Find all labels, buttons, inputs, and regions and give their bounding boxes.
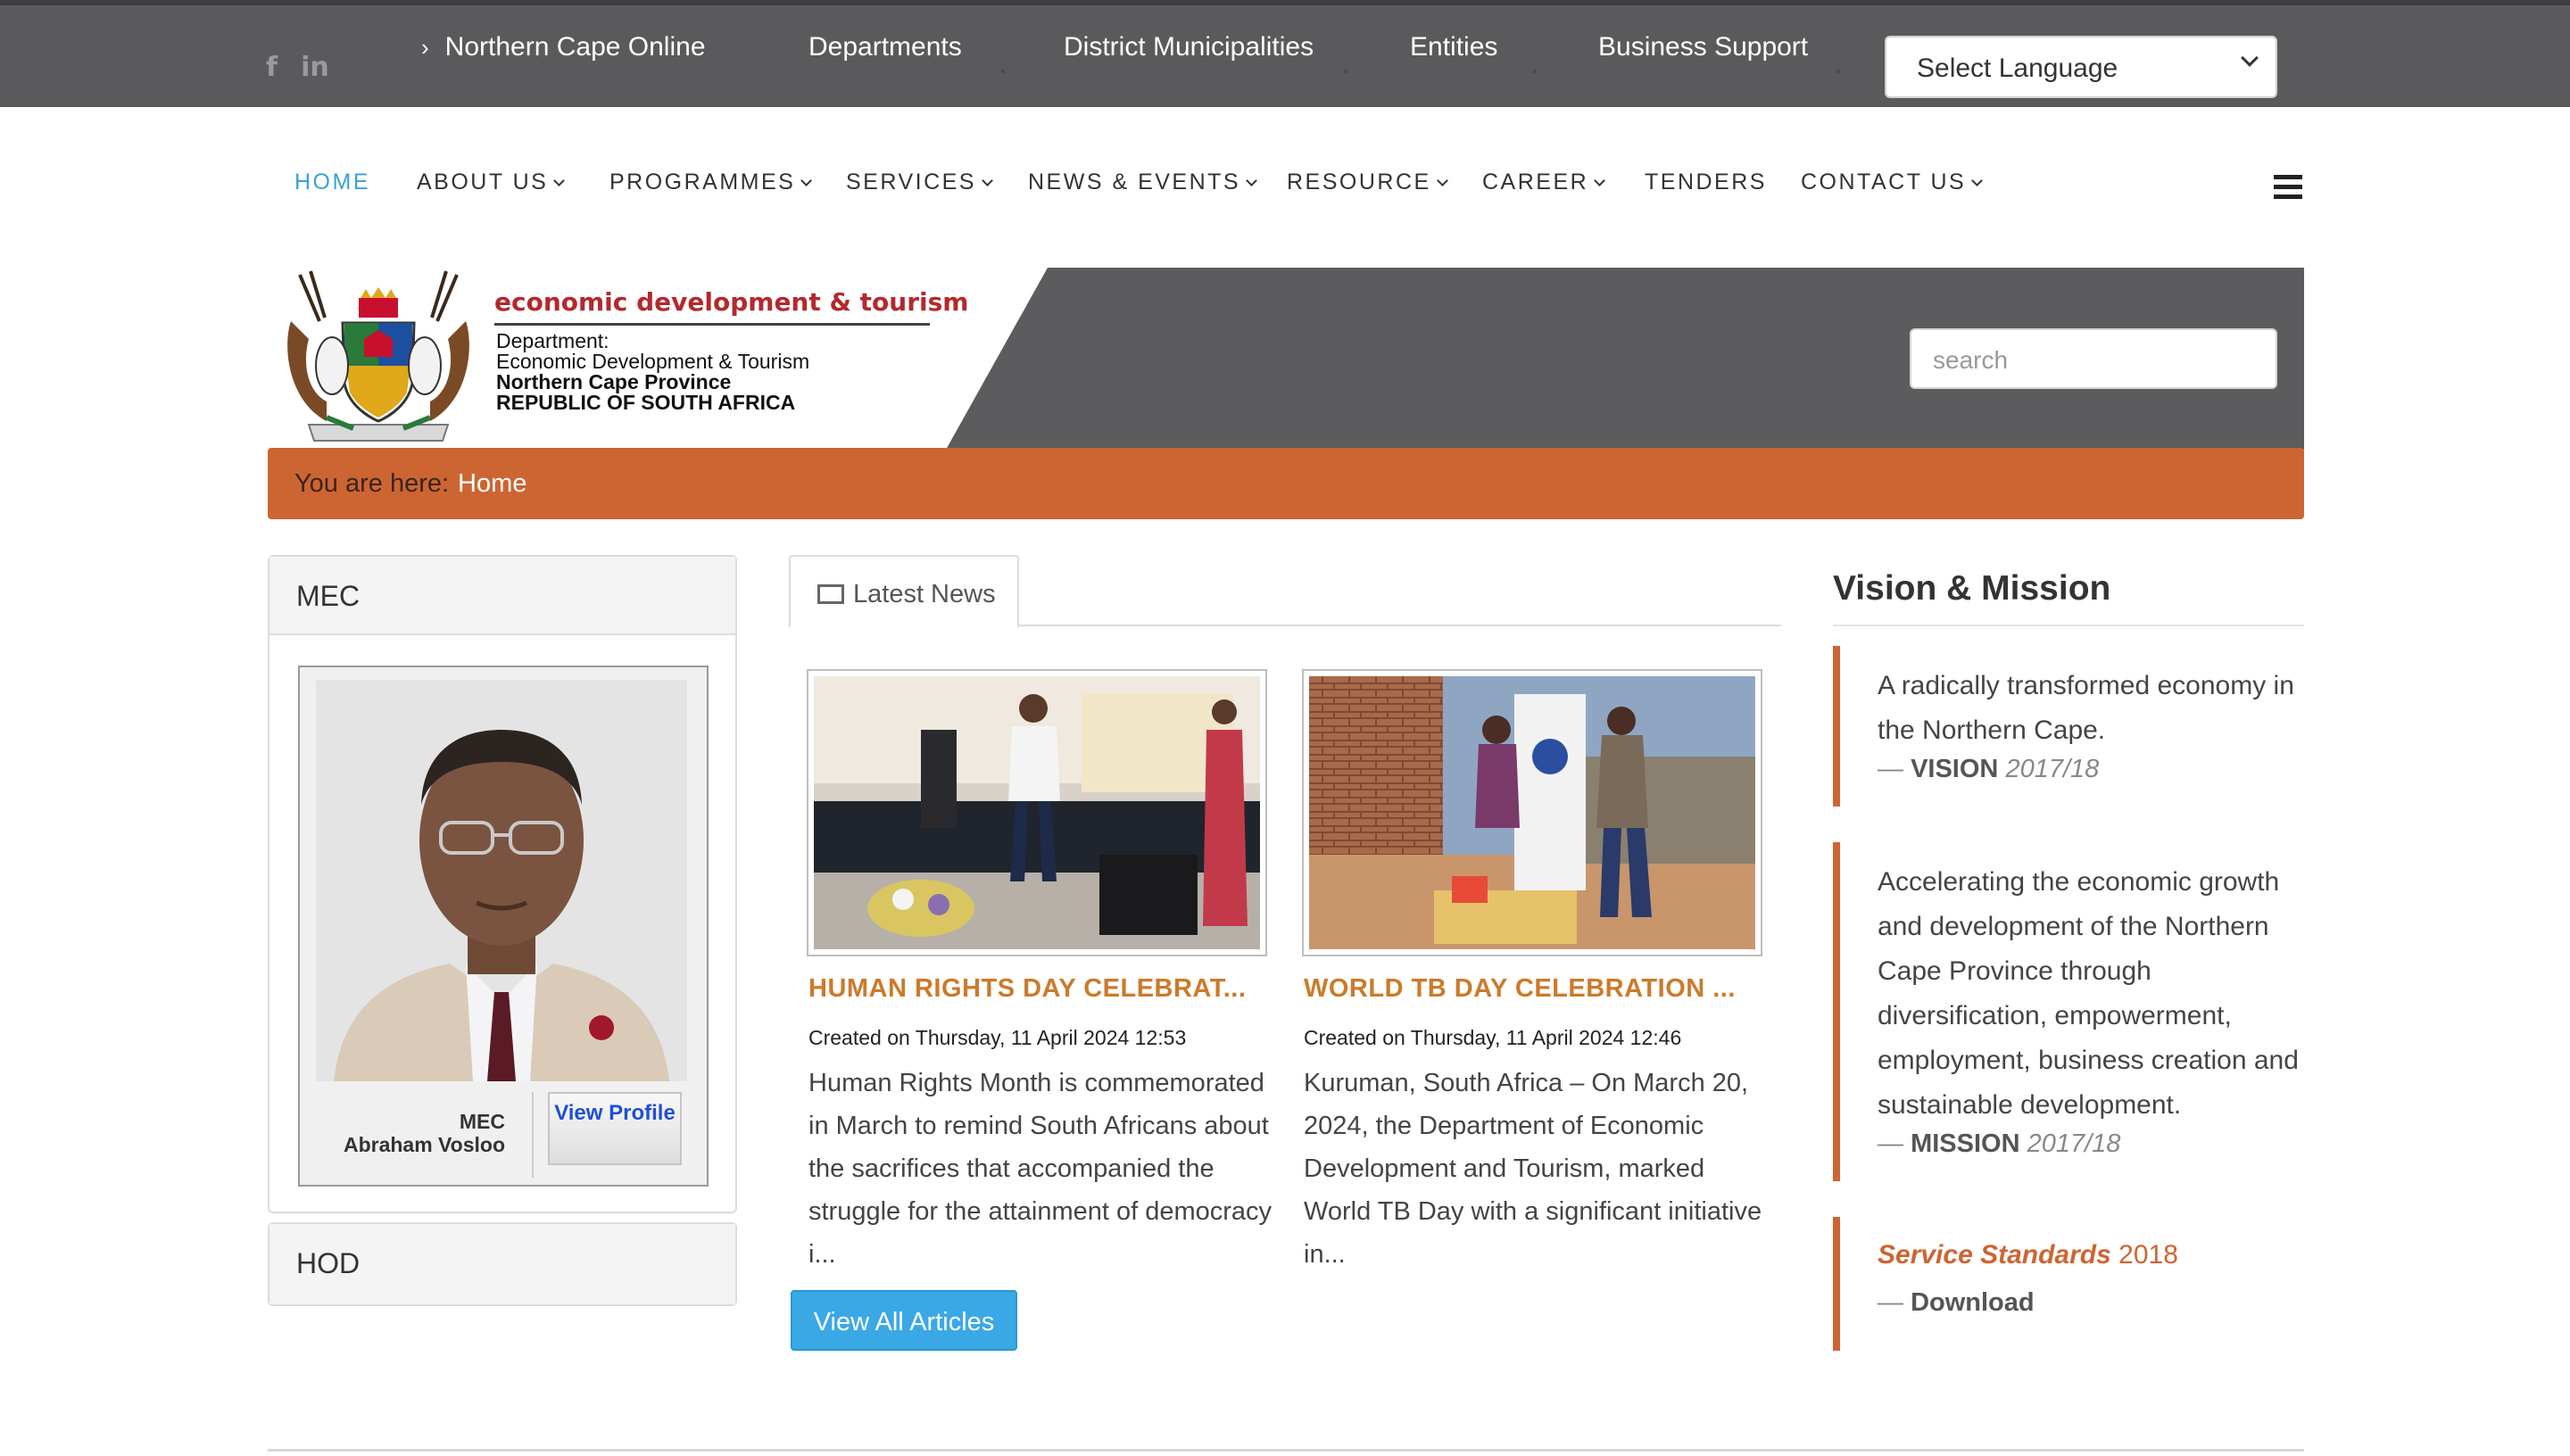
download-cite: — Download <box>1878 1288 2035 1317</box>
tab-latest-news[interactable]: Latest News <box>789 555 1019 628</box>
logo-line-department: Department: <box>496 329 609 352</box>
news-date: Created on Thursday, 11 April 2024 12:46 <box>1304 1026 1682 1049</box>
topnav-northern-cape-online[interactable]: › Northern Cape Online <box>421 32 706 62</box>
vision-mission-heading: Vision & Mission <box>1833 569 2111 608</box>
nav-home[interactable]: HOME <box>294 170 370 195</box>
nav-services[interactable]: SERVICES <box>846 170 993 195</box>
breadcrumb-label: You are here: <box>294 469 450 498</box>
news-image-tb-day[interactable] <box>1302 669 1762 956</box>
logo-divider <box>494 323 930 326</box>
topnav-entities[interactable]: Entities <box>1410 32 1497 62</box>
linkedin-icon[interactable]: in <box>301 52 329 83</box>
language-select-value: Select Language <box>1917 54 2118 83</box>
news-image-human-rights[interactable] <box>807 669 1267 956</box>
mec-photo <box>316 680 687 1081</box>
hod-panel: HOD <box>268 1222 737 1306</box>
chevron-down-icon <box>800 175 813 186</box>
site-banner: economic development & tourism Departmen… <box>268 268 2304 450</box>
main-nav: HOME ABOUT US PROGRAMMES SERVICES NEWS &… <box>0 170 2570 205</box>
chevron-down-icon <box>553 175 566 186</box>
vision-text: A radically transformed economy in the N… <box>1878 671 2294 745</box>
view-all-articles-button[interactable]: View All Articles <box>791 1290 1017 1351</box>
news-excerpt: Human Rights Month is commemorated in Ma… <box>808 1069 1273 1269</box>
nav-news-events[interactable]: NEWS & EVENTS <box>1028 170 1257 195</box>
divider <box>1833 625 2304 626</box>
topnav-departments[interactable]: Departments <box>808 32 962 62</box>
separator-dot <box>1344 70 1347 73</box>
mec-name: Abraham Vosloo <box>343 1133 505 1156</box>
chevron-down-icon <box>1436 175 1448 186</box>
nav-resource[interactable]: RESOURCE <box>1287 170 1448 195</box>
nav-tenders[interactable]: TENDERS <box>1645 170 1767 195</box>
mission-cite: — MISSION 2017/18 <box>1878 1129 2121 1158</box>
facebook-icon[interactable]: f <box>266 52 278 83</box>
hamburger-menu-icon[interactable] <box>2274 175 2302 200</box>
coat-of-arms-logo[interactable] <box>273 268 484 446</box>
separator-dot <box>1533 70 1537 73</box>
vision-cite: — VISION 2017/18 <box>1878 755 2100 783</box>
mission-text: Accelerating the economic growth and dev… <box>1878 867 2299 1120</box>
nav-programmes[interactable]: PROGRAMMES <box>609 170 813 195</box>
logo-line-dept-name: Economic Development & Tourism <box>496 350 810 373</box>
mec-profile-card: MEC Abraham Vosloo View Profile <box>298 666 709 1187</box>
mec-role: MEC <box>459 1110 505 1133</box>
nav-about-us[interactable]: ABOUT US <box>417 170 566 195</box>
social-links: f in <box>266 52 329 83</box>
download-link[interactable]: Download <box>1911 1288 2035 1317</box>
service-standards-title[interactable]: Service Standards 2018 <box>1878 1233 2304 1278</box>
news-title[interactable]: HUMAN RIGHTS DAY CELEBRAT... <box>808 974 1246 1004</box>
chevron-right-icon: › <box>421 34 429 61</box>
hod-panel-heading[interactable]: HOD <box>269 1224 735 1304</box>
chevron-down-icon <box>1971 175 1984 186</box>
breadcrumb: You are here: Home <box>268 448 2304 519</box>
nav-contact-us[interactable]: CONTACT US <box>1801 170 1984 195</box>
language-select[interactable]: Select Language <box>1885 36 2277 98</box>
news-title[interactable]: WORLD TB DAY CELEBRATION ... <box>1304 974 1736 1004</box>
mec-panel-heading[interactable]: MEC <box>269 557 735 635</box>
breadcrumb-home-link[interactable]: Home <box>458 469 526 499</box>
chevron-down-icon <box>1594 175 1606 186</box>
chevron-down-icon <box>1246 175 1257 186</box>
separator-dot <box>1836 70 1840 73</box>
topnav-business-support[interactable]: Business Support <box>1598 32 1808 62</box>
news-excerpt: Kuruman, South Africa – On March 20, 202… <box>1304 1069 1762 1269</box>
search-input[interactable]: search <box>1910 328 2277 389</box>
logo-line-country: REPUBLIC OF SOUTH AFRICA <box>496 391 796 414</box>
chevron-down-icon <box>982 175 993 186</box>
vision-quote: A radically transformed economy in the N… <box>1833 646 2304 807</box>
newspaper-icon <box>817 584 844 604</box>
news-date: Created on Thursday, 11 April 2024 12:53 <box>808 1026 1187 1049</box>
nav-career[interactable]: CAREER <box>1482 170 1606 195</box>
chevron-down-icon <box>2241 49 2259 67</box>
mission-quote: Accelerating the economic growth and dev… <box>1833 842 2304 1181</box>
logo-title: economic development & tourism <box>494 287 969 317</box>
divider <box>532 1092 534 1178</box>
top-bar: f in › Northern Cape Online Departments D… <box>0 0 2570 107</box>
topnav-district-municipalities[interactable]: District Municipalities <box>1064 32 1314 62</box>
separator-dot <box>1001 70 1005 73</box>
footer-divider <box>268 1449 2304 1452</box>
logo-line-province: Northern Cape Province <box>496 370 732 393</box>
view-profile-button[interactable]: View Profile <box>548 1092 682 1165</box>
mec-panel: MEC MEC Abraham Vosloo View Profile <box>268 555 737 1213</box>
service-standards-quote: Service Standards 2018 — Download <box>1833 1217 2304 1351</box>
